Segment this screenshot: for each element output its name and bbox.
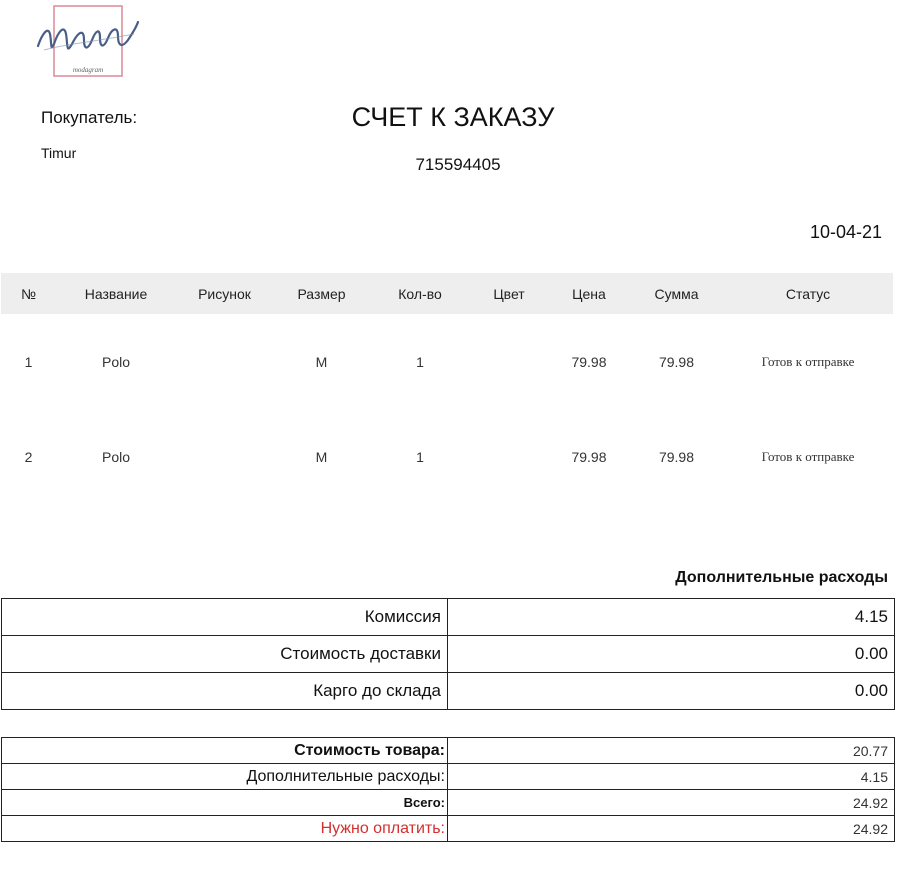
table-row: Всего: 24.92	[1, 789, 895, 816]
column-header-status: Статус	[723, 273, 893, 314]
column-header-number: №	[1, 273, 56, 314]
cell-status: Готов к отправке	[761, 353, 855, 369]
total-label: Всего:	[1, 789, 448, 816]
column-header-quantity: Кол-во	[370, 273, 470, 314]
table-row: 1 Polo M 1 79.98 79.98 Готов к отправке	[1, 314, 893, 409]
cell-color	[470, 314, 548, 409]
table-row: Стоимость доставки 0.00	[1, 635, 895, 673]
extra-costs-value: 4.15	[447, 763, 895, 790]
extra-costs-label: Дополнительные расходы:	[1, 763, 448, 790]
column-header-picture: Рисунок	[176, 273, 273, 314]
column-header-sum: Сумма	[630, 273, 723, 314]
cell-price: 79.98	[571, 353, 607, 370]
cell-name: Polo	[101, 353, 131, 370]
cell-quantity: 1	[416, 353, 424, 370]
cell-price: 79.98	[571, 448, 607, 465]
document-title: СЧЕТ К ЗАКАЗУ	[351, 102, 555, 132]
cell-picture	[176, 409, 273, 504]
cell-color	[470, 409, 548, 504]
items-header-row: № Название Рисунок Размер Кол-во Цвет Це…	[1, 273, 893, 314]
cargo-label: Карго до склада	[1, 672, 448, 710]
cell-size: M	[315, 353, 328, 370]
extra-costs-table: Комиссия 4.15 Стоимость доставки 0.00 Ка…	[1, 598, 895, 710]
invoice-date: 10-04-21	[809, 222, 882, 242]
cell-number: 1	[24, 353, 33, 370]
cargo-value: 0.00	[447, 672, 895, 710]
column-header-color: Цвет	[470, 273, 548, 314]
commission-label: Комиссия	[1, 598, 448, 636]
brand-logo: modagram	[34, 4, 144, 80]
table-row: 2 Polo M 1 79.98 79.98 Готов к отправке	[1, 409, 893, 504]
cell-picture	[176, 314, 273, 409]
goods-cost-value: 20.77	[447, 737, 895, 764]
amount-due-label: Нужно оплатить:	[1, 815, 448, 842]
cell-status: Готов к отправке	[761, 448, 855, 464]
table-row: Стоимость товара: 20.77	[1, 737, 895, 764]
column-header-price: Цена	[548, 273, 630, 314]
cell-quantity: 1	[416, 448, 424, 465]
delivery-cost-value: 0.00	[447, 635, 895, 673]
table-row: Комиссия 4.15	[1, 598, 895, 636]
total-value: 24.92	[447, 789, 895, 816]
table-row: Карго до склада 0.00	[1, 672, 895, 710]
commission-value: 4.15	[447, 598, 895, 636]
order-number: 715594405	[415, 155, 501, 174]
table-row: Дополнительные расходы: 4.15	[1, 763, 895, 790]
extra-costs-title: Дополнительные расходы	[675, 569, 888, 586]
delivery-cost-label: Стоимость доставки	[1, 635, 448, 673]
column-header-name: Название	[56, 273, 176, 314]
table-row: Нужно оплатить: 24.92	[1, 815, 895, 842]
cell-sum: 79.98	[658, 353, 695, 370]
cell-name: Polo	[101, 448, 131, 465]
amount-due-value: 24.92	[447, 815, 895, 842]
totals-table: Стоимость товара: 20.77 Дополнительные р…	[1, 737, 895, 842]
goods-cost-label: Стоимость товара:	[1, 737, 448, 764]
cell-sum: 79.98	[658, 448, 695, 465]
cell-size: M	[315, 448, 328, 465]
column-header-size: Размер	[273, 273, 370, 314]
items-table: № Название Рисунок Размер Кол-во Цвет Це…	[1, 273, 893, 504]
cell-number: 2	[24, 448, 33, 465]
svg-text:modagram: modagram	[73, 66, 103, 74]
